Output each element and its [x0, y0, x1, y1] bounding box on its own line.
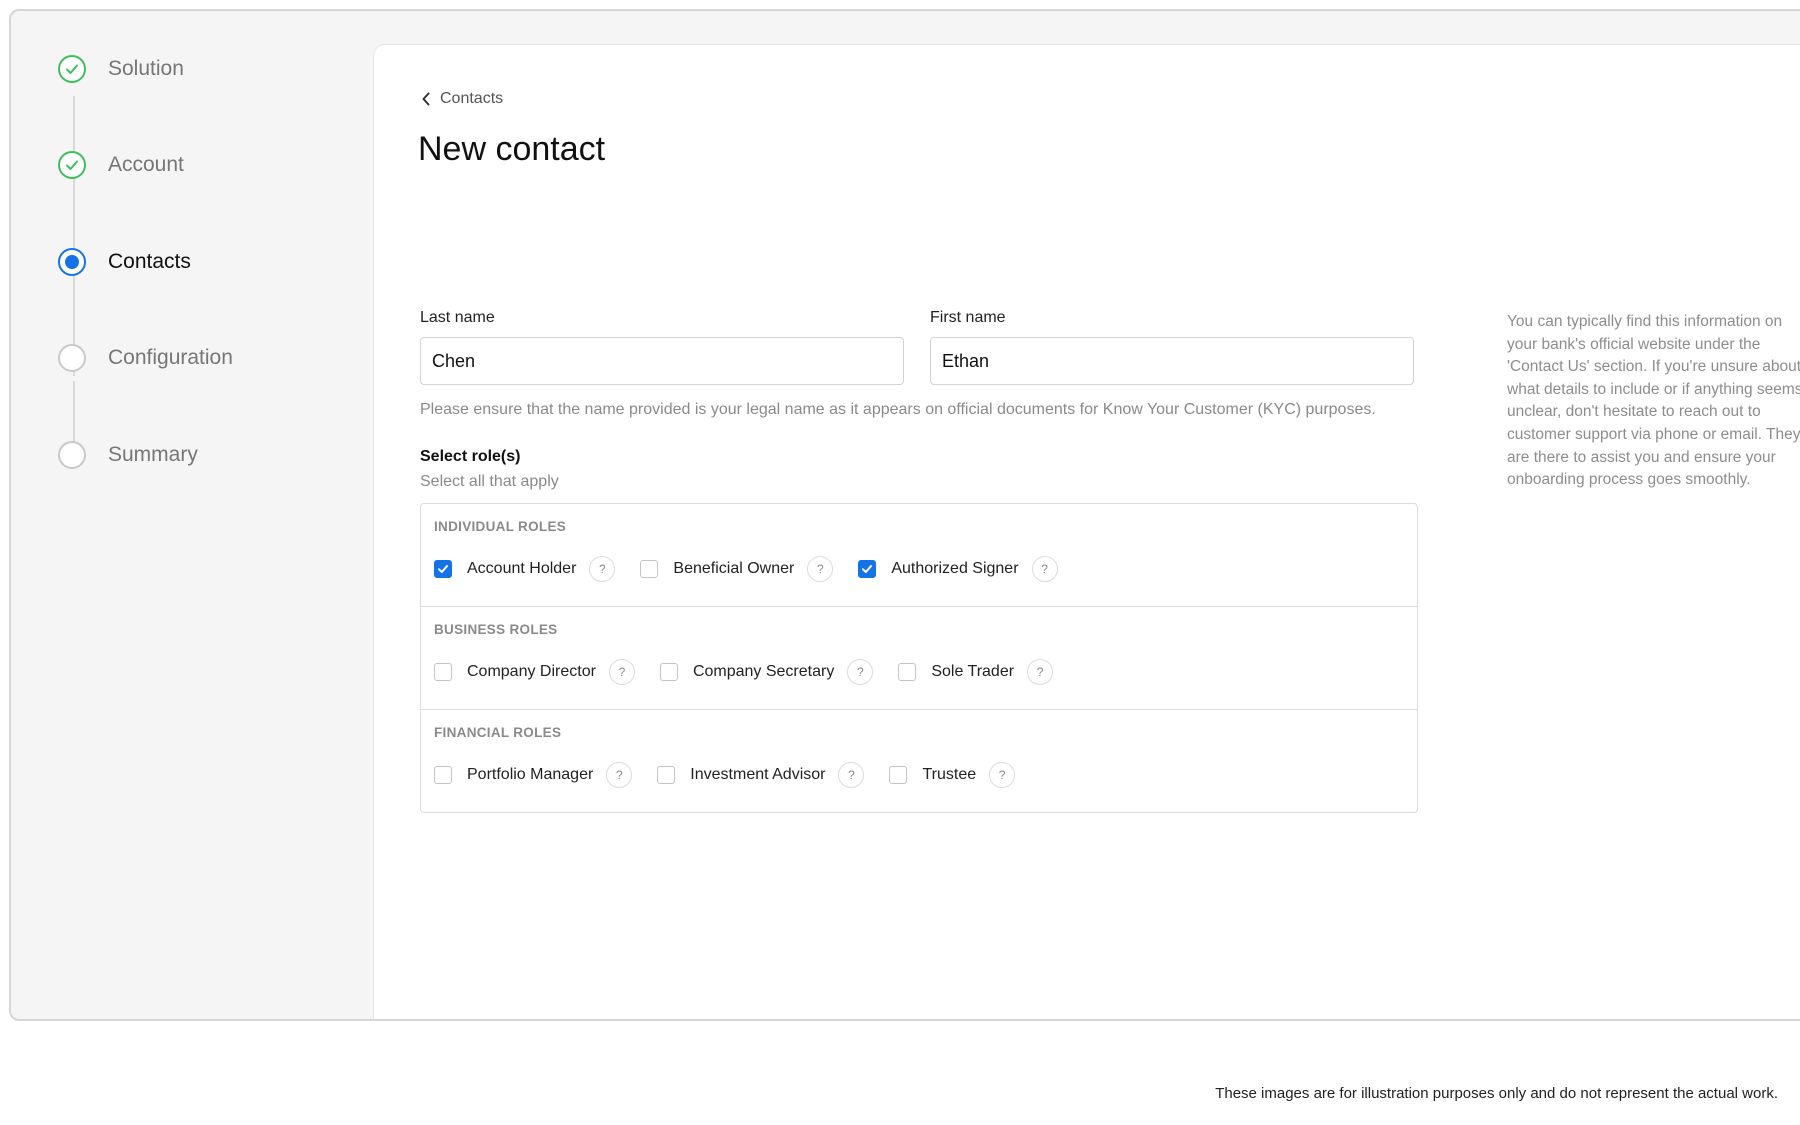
breadcrumb-label: Contacts	[440, 90, 504, 107]
group-title: BUSINESS ROLES	[434, 622, 558, 637]
help-icon[interactable]: ?	[989, 762, 1016, 788]
first-name-input[interactable]	[930, 337, 1414, 385]
investment-advisor-checkbox[interactable]	[657, 766, 676, 784]
role-label: Company Secretary	[692, 663, 835, 680]
role-row: Account Holder ? Beneficial Owner ? Auth…	[434, 556, 1083, 582]
role-label: Portfolio Manager	[467, 766, 594, 783]
role-row: Company Director ? Company Secretary ? S…	[434, 659, 1078, 685]
app-window: Solution Account Contacts Configuration …	[9, 9, 1800, 1021]
checkmark-icon	[862, 565, 873, 573]
step-label: Solution	[108, 57, 184, 80]
step-label: Summary	[108, 443, 198, 466]
role-label: Company Director	[467, 663, 596, 680]
help-icon[interactable]: ?	[1027, 659, 1054, 685]
sole-trader-checkbox[interactable]	[898, 663, 917, 681]
group-title: FINANCIAL ROLES	[434, 725, 562, 740]
help-icon[interactable]: ?	[589, 556, 616, 582]
chevron-left-icon	[422, 92, 430, 106]
stepper-connector	[73, 96, 75, 376]
role-label: Investment Advisor	[690, 766, 826, 783]
role-option-company-director: Company Director ?	[434, 659, 635, 685]
role-label: Sole Trader	[931, 663, 1015, 680]
step-configuration[interactable]: Configuration	[58, 343, 233, 373]
role-group-business: BUSINESS ROLES Company Director ? Compan…	[421, 607, 1417, 710]
help-icon[interactable]: ?	[606, 762, 633, 788]
role-option-sole-trader: Sole Trader ?	[898, 659, 1054, 685]
step-label: Contacts	[108, 250, 191, 273]
portfolio-manager-checkbox[interactable]	[434, 766, 452, 784]
authorized-signer-checkbox[interactable]	[858, 560, 877, 578]
page-title: New contact	[418, 130, 606, 168]
step-solution[interactable]: Solution	[58, 54, 184, 84]
help-icon[interactable]: ?	[1031, 556, 1058, 582]
beneficial-owner-checkbox[interactable]	[640, 560, 659, 578]
help-icon[interactable]: ?	[608, 659, 635, 685]
checkmark-icon	[438, 565, 448, 573]
role-option-beneficial-owner: Beneficial Owner ?	[640, 556, 834, 582]
step-summary[interactable]: Summary	[58, 440, 198, 470]
step-label: Account	[108, 153, 184, 176]
company-director-checkbox[interactable]	[434, 663, 452, 681]
empty-circle-icon	[58, 441, 86, 469]
role-group-financial: FINANCIAL ROLES Portfolio Manager ? Inve…	[421, 710, 1417, 813]
name-hint: Please ensure that the name provided is …	[420, 401, 1376, 418]
first-name-label: First name	[930, 309, 1006, 326]
role-option-authorized-signer: Authorized Signer ?	[858, 556, 1058, 582]
active-step-icon	[58, 248, 86, 276]
breadcrumb-back-link[interactable]: Contacts	[421, 90, 503, 108]
check-circle-icon	[58, 151, 86, 179]
step-label: Configuration	[108, 346, 233, 369]
role-label: Beneficial Owner	[673, 560, 795, 577]
help-icon[interactable]: ?	[838, 762, 865, 788]
step-account[interactable]: Account	[58, 150, 184, 180]
footer-disclaimer: These images are for illustration purpos…	[1215, 1085, 1778, 1102]
role-option-company-secretary: Company Secretary ?	[659, 659, 874, 685]
roles-title: Select role(s)	[420, 448, 521, 465]
role-option-investment-advisor: Investment Advisor ?	[657, 762, 865, 788]
role-label: Trustee	[922, 766, 977, 783]
help-icon[interactable]: ?	[807, 556, 834, 582]
account-holder-checkbox[interactable]	[434, 560, 452, 578]
company-secretary-checkbox[interactable]	[659, 663, 678, 681]
help-side-note: You can typically find this information …	[1507, 313, 1800, 489]
role-label: Account Holder	[467, 560, 577, 577]
trustee-checkbox[interactable]	[889, 766, 908, 784]
check-circle-icon	[58, 55, 86, 83]
role-option-trustee: Trustee ?	[889, 762, 1016, 788]
role-label: Authorized Signer	[891, 560, 1019, 577]
last-name-input[interactable]	[420, 337, 904, 385]
step-contacts[interactable]: Contacts	[58, 247, 191, 277]
roles-subtitle: Select all that apply	[420, 473, 559, 490]
roles-panel: INDIVIDUAL ROLES Account Holder ? Benefi…	[420, 503, 1418, 813]
main-content: Contacts New contact Last name First nam…	[373, 44, 1800, 1019]
role-group-individual: INDIVIDUAL ROLES Account Holder ? Benefi…	[421, 504, 1417, 607]
help-icon[interactable]: ?	[847, 659, 874, 685]
empty-circle-icon	[58, 344, 86, 372]
role-option-portfolio-manager: Portfolio Manager ?	[434, 762, 633, 788]
group-title: INDIVIDUAL ROLES	[434, 519, 567, 534]
stepper-sidebar: Solution Account Contacts Configuration …	[11, 11, 373, 1019]
role-row: Portfolio Manager ? Investment Advisor ?…	[434, 762, 1040, 788]
last-name-label: Last name	[420, 309, 495, 326]
role-option-account-holder: Account Holder ?	[434, 556, 616, 582]
